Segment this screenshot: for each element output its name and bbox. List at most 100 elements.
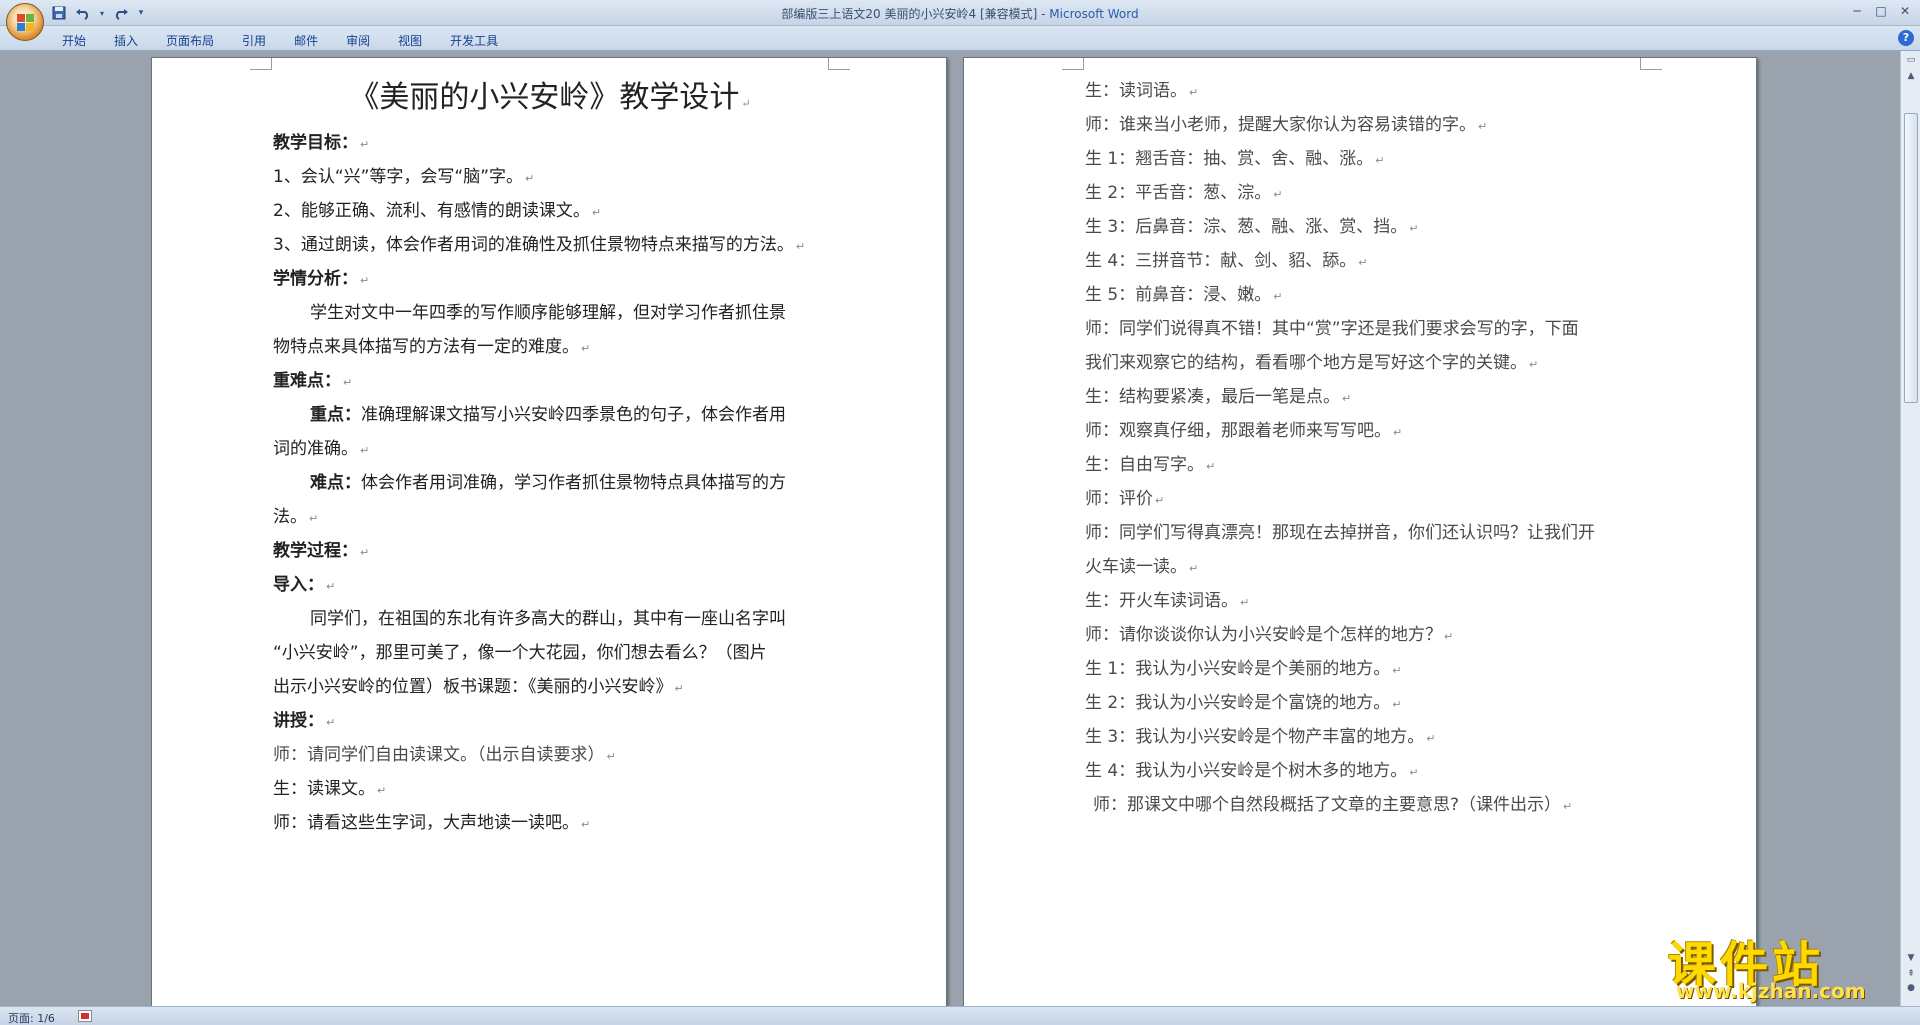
p2-line-8: 师：同学们说得真不错！其中“赏”字还是我们要求会写的字，下面 <box>1085 314 1579 339</box>
document-page-1[interactable]: 《美丽的小兴安岭》教学设计 ↵ 教学目标： ↵ 1、会认“兴”等字，会写“脑”字。 ↵… <box>151 57 947 1006</box>
p2-line-12: 生：自由写字。 ↵ <box>1085 450 1215 475</box>
tab-references[interactable]: 引用 <box>228 30 280 51</box>
page-count[interactable]: 页面: 1/6 <box>8 1010 55 1025</box>
p2-line-22: 师：那课文中哪个自然段概括了文章的主要意思?（课件出示） ↵ <box>1093 790 1572 815</box>
p2-line-2: 师：谁来当小老师，提醒大家你认为容易读错的字。 ↵ <box>1085 110 1487 135</box>
p1-line-12: 法。 ↵ <box>273 502 318 527</box>
tab-page-layout[interactable]: 页面布局 <box>152 30 228 51</box>
p2-line-21: 生 4：我认为小兴安岭是个树木多的地方。 ↵ <box>1085 756 1418 781</box>
scrollbar-thumb[interactable] <box>1904 113 1918 403</box>
office-button[interactable] <box>6 3 44 41</box>
dialog-line: 师：请你谈谈你认为小兴安岭是个怎样的地方？ <box>1085 625 1442 645</box>
p2-line-3: 生 1：翘舌音：抽、赏、舍、融、涨。 ↵ <box>1085 144 1384 169</box>
p2-line-1: 生：读词语。 ↵ <box>1085 76 1198 101</box>
intro-line-3: 出示小兴安岭的位置）板书课题：《美丽的小兴安岭》 <box>273 677 673 697</box>
heading-introduction: 导入： <box>273 575 324 595</box>
paragraph-mark: ↵ <box>606 750 616 763</box>
tab-insert[interactable]: 插入 <box>100 30 152 51</box>
maximize-button[interactable]: □ <box>1870 2 1892 20</box>
title-separator: - <box>1037 7 1050 21</box>
lecture-line-1: 师：请同学们自由读课文。（出示自读要求） <box>273 745 605 765</box>
lecture-line-2: 生：读课文。 <box>273 779 375 799</box>
previous-page-icon[interactable]: ⇞ <box>1903 967 1919 981</box>
p1-line-4: 3、通过朗读，体会作者用词的准确性及抓住景物特点来描写的方法。 ↵ <box>273 230 805 255</box>
minimize-button[interactable]: ─ <box>1846 2 1868 20</box>
dialog-line: 生 4：三拼音节：献、剑、貂、舔。 <box>1085 251 1357 271</box>
lecture-line-3: 师：请看这些生字词，大声地读一读吧。 <box>273 813 579 833</box>
goal-3: 3、通过朗读，体会作者用词的准确性及抓住景物特点来描写的方法。 <box>273 235 794 255</box>
paragraph-mark: ↵ <box>1444 630 1454 643</box>
p2-line-4: 生 2：平舌音：葱、淙。 ↵ <box>1085 178 1282 203</box>
p2-line-20: 生 3：我认为小兴安岭是个物产丰富的地方。 ↵ <box>1085 722 1435 747</box>
heading-key-points: 重难点： <box>273 371 341 391</box>
goal-1: 1、会认“兴”等字，会写“脑”字。 <box>273 167 524 187</box>
paragraph-mark: ↵ <box>343 376 353 389</box>
dialog-line: 生 2：平舌音：葱、淙。 <box>1085 183 1272 203</box>
select-browse-object-icon[interactable]: ● <box>1903 981 1919 995</box>
paragraph-mark: ↵ <box>326 580 336 593</box>
paragraph-mark: ↵ <box>1358 256 1368 269</box>
dialog-line: 师：评价 <box>1085 489 1153 509</box>
status-bar: 页面: 1/6 <box>0 1006 1920 1025</box>
tab-view[interactable]: 视图 <box>384 30 436 51</box>
dialog-line: 生 2：我认为小兴安岭是个富饶的地方。 <box>1085 693 1391 713</box>
site-watermark: 课件站 www.kjzhan.com <box>1668 925 1900 1005</box>
app-name: Microsoft Word <box>1049 7 1139 21</box>
p2-line-10: 生：结构要紧凑，最后一笔是点。 ↵ <box>1085 382 1351 407</box>
page-2-text: 生：读词语。 ↵ 师：谁来当小老师，提醒大家你认为容易读错的字。 ↵ 生 1：翘舌音… <box>964 58 1758 1006</box>
document-page-2[interactable]: 生：读词语。 ↵ 师：谁来当小老师，提醒大家你认为容易读错的字。 ↵ 生 1：翘舌音… <box>963 57 1757 1006</box>
p1-line-5: 学情分析： ↵ <box>273 264 369 289</box>
label-key-point: 重点： <box>310 405 361 425</box>
dialog-line: 生 3：我认为小兴安岭是个物产丰富的地方。 <box>1085 727 1425 747</box>
scroll-down-icon[interactable]: ▼ <box>1903 951 1919 965</box>
difficult-point-line-1: 体会作者用词准确，学习作者抓住景物特点具体描写的方 <box>361 473 786 493</box>
p2-line-7: 生 5：前鼻音：浸、嫩。 ↵ <box>1085 280 1282 305</box>
paragraph-mark: ↵ <box>1393 426 1403 439</box>
paragraph-mark: ↵ <box>1189 562 1199 575</box>
tab-developer[interactable]: 开发工具 <box>436 30 512 51</box>
paragraph-mark: ↵ <box>1240 596 1250 609</box>
p1-line-10: 词的准确。 ↵ <box>273 434 369 459</box>
p1-line-9: 重点：准确理解课文描写小兴安岭四季景色的句子，体会作者用 <box>310 400 786 425</box>
p2-line-18: 生 1：我认为小兴安岭是个美丽的地方。 ↵ <box>1085 654 1401 679</box>
dialog-line: 火车读一读。 <box>1085 557 1187 577</box>
p2-line-6: 生 4：三拼音节：献、剑、貂、舔。 ↵ <box>1085 246 1367 271</box>
analysis-line-2: 物特点来具体描写的方法有一定的难度。 <box>273 337 579 357</box>
heading-learner-analysis: 学情分析： <box>273 269 358 289</box>
proofing-icon[interactable] <box>78 1010 92 1022</box>
paragraph-mark: ↵ <box>1563 800 1573 813</box>
paragraph-mark: ↵ <box>1273 290 1283 303</box>
dialog-line: 生 4：我认为小兴安岭是个树木多的地方。 <box>1085 761 1408 781</box>
vertical-scrollbar[interactable]: ▭ ▲ ▼ ⇞ ● <box>1900 51 1920 1006</box>
p1-line-13: 教学过程： ↵ <box>273 536 369 561</box>
paragraph-mark: ↵ <box>1189 86 1199 99</box>
p1-line-16: “小兴安岭”，那里可美了，像一个大花园，你们想去看么？（图片 <box>273 638 767 663</box>
p1-line-19: 师：请同学们自由读课文。（出示自读要求） ↵ <box>273 740 616 765</box>
paragraph-mark: ↵ <box>1392 698 1402 711</box>
close-button[interactable]: ✕ <box>1894 2 1916 20</box>
ruler-toggle-icon[interactable]: ▭ <box>1903 53 1919 67</box>
help-button[interactable]: ? <box>1898 30 1914 46</box>
scroll-up-icon[interactable]: ▲ <box>1903 69 1919 83</box>
document-area: 《美丽的小兴安岭》教学设计 ↵ 教学目标： ↵ 1、会认“兴”等字，会写“脑”字。 ↵… <box>0 51 1900 1006</box>
ribbon: 开始 插入 页面布局 引用 邮件 审阅 视图 开发工具 ? <box>0 26 1920 51</box>
office-logo-icon <box>17 14 35 32</box>
paragraph-mark: ↵ <box>674 682 684 695</box>
paragraph-mark: ↵ <box>591 206 602 219</box>
paragraph-mark: ↵ <box>1392 664 1402 677</box>
intro-line-1: 同学们，在祖国的东北有许多高大的群山，其中有一座山名字叫 <box>310 609 786 629</box>
p1-line-15: 同学们，在祖国的东北有许多高大的群山，其中有一座山名字叫 <box>310 604 786 629</box>
paragraph-mark: ↵ <box>581 818 591 831</box>
tab-home[interactable]: 开始 <box>48 30 100 51</box>
document-name: 部编版三上语文20 美丽的小兴安岭4 [兼容模式] <box>781 7 1038 21</box>
p2-line-15: 火车读一读。 ↵ <box>1085 552 1198 577</box>
paragraph-mark: ↵ <box>741 97 751 110</box>
p2-line-14: 师：同学们写得真漂亮！那现在去掉拼音，你们还认识吗？让我们开 <box>1085 518 1595 543</box>
p1-line-2: 1、会认“兴”等字，会写“脑”字。 ↵ <box>273 162 534 187</box>
dialog-line: 生 1：我认为小兴安岭是个美丽的地方。 <box>1085 659 1391 679</box>
tab-mailings[interactable]: 邮件 <box>280 30 332 51</box>
paragraph-mark: ↵ <box>360 138 370 151</box>
tab-review[interactable]: 审阅 <box>332 30 384 51</box>
ribbon-tabs: 开始 插入 页面布局 引用 邮件 审阅 视图 开发工具 <box>48 30 512 51</box>
p1-line-8: 重难点： ↵ <box>273 366 352 391</box>
